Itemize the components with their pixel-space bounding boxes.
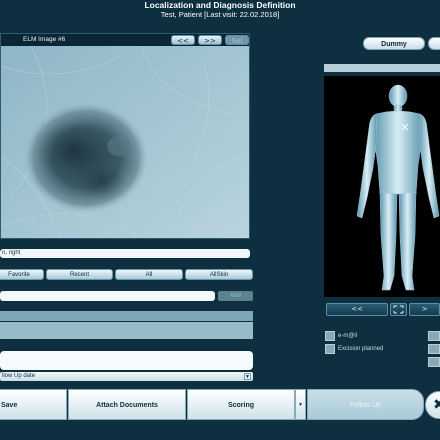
- patient-subtitle: Test, Patient [Last visit: 22.02.2018]: [160, 10, 280, 19]
- diagnosis-search-input[interactable]: [0, 291, 215, 301]
- notes-field[interactable]: [0, 351, 253, 370]
- diagnosis-tab-bar: Favorite Recent All AllSkin: [0, 269, 253, 280]
- image-prev-button[interactable]: <<: [171, 35, 195, 45]
- image-select-button[interactable]: Sel: [225, 35, 249, 45]
- chevron-down-icon[interactable]: ▼: [244, 373, 251, 380]
- body-figure-icon: [356, 84, 440, 291]
- fit-view-icon: [393, 305, 404, 314]
- diagnosis-list[interactable]: [0, 322, 253, 339]
- image-titlebar: ELM Image #6 << >> Sel: [1, 34, 249, 46]
- image-next-button[interactable]: >>: [198, 35, 222, 45]
- follow-up-date-value: llow Up date: [2, 373, 36, 379]
- right-checkbox-3[interactable]: [428, 357, 440, 367]
- bottom-action-bar: Save Attach Documents Scoring ▼ Follow U…: [0, 389, 425, 420]
- location-field[interactable]: n, right: [0, 249, 250, 258]
- tab-recent[interactable]: Recent: [46, 269, 113, 280]
- email-checkbox-label: e-m@il: [338, 333, 358, 339]
- dummy-button[interactable]: Dummy: [363, 37, 425, 50]
- diagnosis-list-header: [0, 311, 253, 321]
- tab-favorite[interactable]: Favorite: [0, 269, 44, 280]
- right-checkbox-1[interactable]: [428, 331, 440, 341]
- tab-all[interactable]: All: [115, 269, 183, 280]
- tab-allskin[interactable]: AllSkin: [185, 269, 253, 280]
- body-map-header: [324, 64, 440, 72]
- excision-planned-checkbox[interactable]: [325, 344, 335, 354]
- close-icon[interactable]: ✖: [425, 391, 440, 419]
- body-fit-button[interactable]: [390, 303, 407, 316]
- follow-up-date-select[interactable]: llow Up date ▼: [0, 372, 253, 381]
- right-checkbox-2[interactable]: [428, 344, 440, 354]
- edge-button[interactable]: [428, 37, 440, 50]
- body-next-button[interactable]: >: [409, 303, 440, 316]
- email-checkbox[interactable]: [325, 331, 335, 341]
- attach-documents-button[interactable]: Attach Documents: [68, 389, 186, 420]
- dermoscopy-image: [1, 46, 249, 238]
- add-button[interactable]: Add: [218, 291, 253, 301]
- page-title: Localization and Diagnosis Definition: [144, 0, 296, 10]
- excision-planned-label: Excision planned: [338, 346, 384, 352]
- image-title: ELM Image #6: [23, 36, 66, 43]
- image-panel: ELM Image #6 << >> Sel: [0, 33, 250, 239]
- scoring-dropdown-button[interactable]: ▼: [295, 389, 306, 420]
- save-button[interactable]: Save: [0, 389, 67, 420]
- scoring-button[interactable]: Scoring: [187, 389, 295, 420]
- follow-up-button[interactable]: Follow Up: [307, 389, 424, 420]
- body-map-panel[interactable]: [324, 76, 440, 297]
- body-prev-button[interactable]: <<: [326, 303, 388, 316]
